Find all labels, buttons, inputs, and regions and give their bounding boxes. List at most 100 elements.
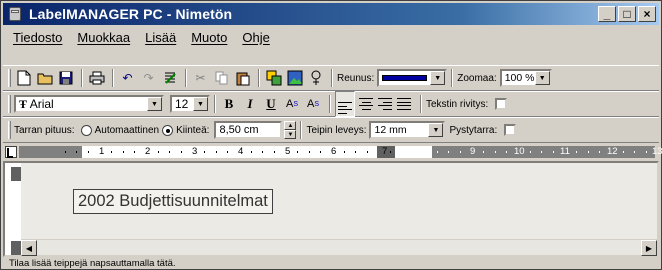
minimize-button[interactable]: _ bbox=[598, 6, 616, 22]
menu-insert[interactable]: Lisää bbox=[145, 30, 176, 45]
toolbar-grip[interactable] bbox=[8, 95, 11, 113]
ruler-tick bbox=[401, 151, 403, 153]
cut-icon[interactable]: ✂ bbox=[191, 69, 210, 88]
chevron-down-icon[interactable]: ▼ bbox=[147, 97, 162, 111]
zoom-select[interactable]: 100 % ▼ bbox=[499, 69, 552, 87]
ruler-tick bbox=[576, 151, 578, 153]
zoom-label: Zoomaa: bbox=[457, 72, 497, 84]
window-title: LabelMANAGER PC - Nimetön bbox=[29, 6, 233, 22]
label-printer-icon bbox=[7, 6, 23, 22]
barcode-icon[interactable] bbox=[306, 69, 325, 88]
menu-file[interactable]: Tiedosto bbox=[13, 30, 62, 45]
menu-bar: Tiedosto Muokkaa Lisää Muoto Ohje bbox=[3, 27, 659, 47]
fixed-length-radio[interactable] bbox=[162, 124, 174, 136]
paste-icon[interactable] bbox=[233, 69, 252, 88]
tape-toolbar: Tarran pituus: Automaattinen Kiinteä: 8,… bbox=[3, 117, 659, 143]
ruler-tick bbox=[215, 151, 217, 153]
ruler-tick bbox=[494, 151, 496, 153]
ruler-tick bbox=[506, 151, 508, 153]
ruler-tick bbox=[587, 151, 589, 153]
ruler-tick bbox=[645, 151, 647, 153]
ruler-tick bbox=[552, 151, 554, 153]
ruler-tick bbox=[157, 151, 159, 153]
ruler-number: 5 bbox=[285, 146, 291, 157]
ruler-tick bbox=[87, 151, 89, 153]
toolbar-grip[interactable] bbox=[8, 69, 11, 87]
label-canvas[interactable]: 2002 Budjettisuunnitelmat bbox=[21, 163, 657, 239]
length-spinner[interactable]: ▲ ▼ bbox=[284, 121, 297, 139]
border-label: Reunus: bbox=[337, 72, 375, 84]
font-family-select[interactable]: Ŧ Arial ▼ bbox=[14, 95, 164, 113]
toolbar-grip[interactable] bbox=[8, 121, 11, 139]
label-text-box[interactable]: 2002 Budjettisuunnitelmat bbox=[73, 189, 273, 214]
horizontal-scrollbar[interactable]: ◀ ▶ bbox=[21, 239, 657, 256]
format-toolbar: Ŧ Arial ▼ 12 ▼ B I U AS AS Tekstin rivit… bbox=[3, 91, 659, 117]
chevron-down-icon[interactable]: ▼ bbox=[193, 97, 208, 111]
standard-toolbar: ↶ ↷ ✂ Reunus: ▼ Zoomaa: 100 % ▼ bbox=[3, 65, 659, 91]
copy-icon[interactable] bbox=[212, 69, 231, 88]
ruler-tick bbox=[169, 151, 171, 153]
print-icon[interactable] bbox=[87, 69, 106, 88]
superscript-button[interactable]: AS bbox=[283, 95, 301, 113]
ruler-tick bbox=[599, 151, 601, 153]
ruler-tick bbox=[459, 151, 461, 153]
tape-width-value: 12 mm bbox=[374, 124, 407, 136]
ruler-tick bbox=[448, 151, 450, 153]
title-bar[interactable]: LabelMANAGER PC - Nimetön _ □ × bbox=[3, 3, 659, 25]
ruler-number: 10 bbox=[514, 146, 525, 157]
tab-stop-icon[interactable] bbox=[5, 146, 17, 158]
fixed-label: Kiinteä: bbox=[176, 124, 210, 136]
bold-button[interactable]: B bbox=[220, 95, 238, 113]
chevron-down-icon[interactable]: ▼ bbox=[534, 71, 550, 85]
ruler-number: 3 bbox=[192, 146, 198, 157]
ruler-tick bbox=[541, 151, 543, 153]
close-button[interactable]: × bbox=[638, 6, 656, 22]
ruler: 1 2 3 4 5 6 7 8 9 10 11 12 13 bbox=[3, 144, 662, 160]
italic-button[interactable]: I bbox=[241, 95, 259, 113]
format-painter-icon[interactable] bbox=[160, 69, 179, 88]
ruler-number: 4 bbox=[238, 146, 244, 157]
fixed-length-input[interactable]: 8,50 cm bbox=[214, 121, 283, 139]
font-size-value: 12 bbox=[175, 97, 189, 111]
align-center-icon[interactable] bbox=[359, 98, 373, 110]
tape-width-select[interactable]: 12 mm ▼ bbox=[369, 121, 446, 139]
menu-help[interactable]: Ohje bbox=[242, 30, 269, 45]
vertical-label: Pystytarra: bbox=[449, 124, 498, 136]
align-left-button[interactable] bbox=[335, 91, 355, 117]
spin-up-icon[interactable]: ▲ bbox=[284, 121, 297, 130]
vertical-checkbox[interactable] bbox=[504, 124, 517, 136]
ruler-tick bbox=[227, 151, 229, 153]
ruler-tick bbox=[529, 151, 531, 153]
status-bar[interactable]: Tilaa lisää teippejä napsauttamalla tätä… bbox=[3, 258, 659, 270]
spin-down-icon[interactable]: ▼ bbox=[284, 130, 297, 139]
chevron-down-icon[interactable]: ▼ bbox=[428, 123, 444, 137]
save-disk-icon[interactable] bbox=[56, 69, 75, 88]
ruler-number: 8 bbox=[424, 146, 430, 157]
chevron-down-icon[interactable]: ▼ bbox=[430, 71, 446, 85]
ruler-number: 7 bbox=[382, 146, 388, 157]
align-justify-icon[interactable] bbox=[397, 98, 411, 110]
text-wrap-checkbox[interactable] bbox=[495, 98, 508, 110]
menu-edit[interactable]: Muokkaa bbox=[77, 30, 130, 45]
subscript-button[interactable]: AS bbox=[304, 95, 322, 113]
font-size-select[interactable]: 12 ▼ bbox=[170, 95, 210, 113]
undo-icon[interactable]: ↶ bbox=[118, 69, 137, 88]
border-style-select[interactable]: ▼ bbox=[377, 69, 448, 87]
ruler-tick bbox=[250, 151, 252, 153]
menu-format[interactable]: Muoto bbox=[191, 30, 227, 45]
scroll-right-icon[interactable]: ▶ bbox=[641, 240, 657, 256]
ruler-tick bbox=[273, 151, 275, 153]
maximize-button[interactable]: □ bbox=[618, 6, 636, 22]
scroll-left-icon[interactable]: ◀ bbox=[21, 240, 37, 256]
insert-symbol-icon[interactable] bbox=[264, 69, 283, 88]
truetype-font-icon: Ŧ bbox=[19, 96, 28, 111]
redo-icon[interactable]: ↷ bbox=[139, 69, 158, 88]
tape-width-label: Teipin leveys: bbox=[306, 124, 367, 136]
ruler-track: 1 2 3 4 5 6 7 8 9 10 11 12 13 bbox=[19, 146, 662, 158]
open-folder-icon[interactable] bbox=[35, 69, 54, 88]
align-right-icon[interactable] bbox=[378, 98, 392, 110]
automatic-length-radio[interactable] bbox=[80, 124, 92, 136]
new-file-icon[interactable] bbox=[14, 69, 33, 88]
underline-button[interactable]: U bbox=[262, 95, 280, 113]
insert-image-icon[interactable] bbox=[285, 69, 304, 88]
